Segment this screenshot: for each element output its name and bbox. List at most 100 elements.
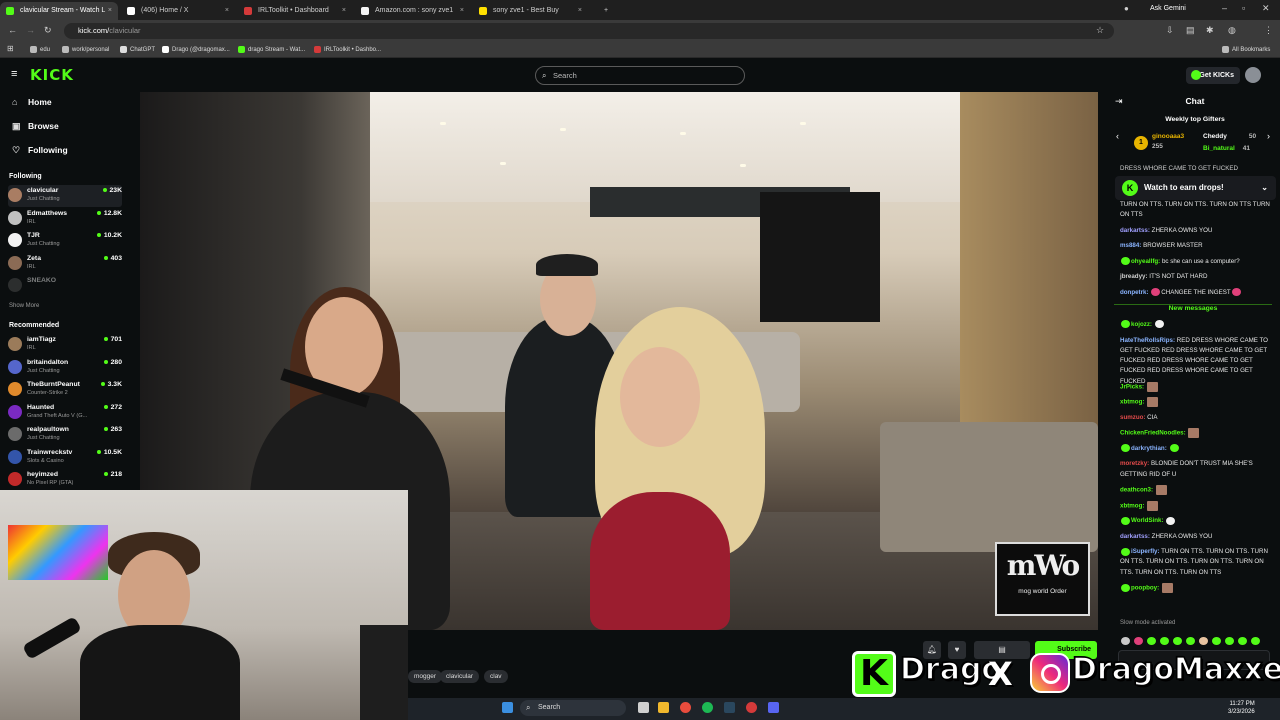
maximize-icon[interactable]: ▫ (1242, 3, 1245, 13)
chat-username[interactable]: iSuperfly: (1131, 548, 1160, 555)
kick-logo[interactable]: KICK (30, 66, 74, 84)
task-view-icon[interactable] (638, 702, 649, 713)
chat-username[interactable]: darkartss: (1120, 533, 1150, 540)
discord-icon[interactable] (768, 702, 779, 713)
tab-close-icon[interactable]: × (108, 2, 112, 20)
channel-item[interactable]: Trainwreckstv Slots & Casino 10.5K (8, 447, 122, 469)
system-clock[interactable]: 11:27 PM 3/23/2026 (1228, 700, 1255, 716)
ask-gemini-button[interactable]: Ask Gemini (1150, 5, 1186, 12)
channel-item[interactable]: TJR Just Chatting 10.2K (8, 230, 122, 252)
profile-avatar-icon[interactable]: ◍ (1228, 25, 1236, 36)
chat-username[interactable]: JrPicks: (1120, 384, 1144, 391)
windows-start-icon[interactable] (502, 702, 513, 713)
apps-grid-icon[interactable]: ⊞ (7, 44, 14, 53)
tab-close-icon[interactable]: × (342, 2, 346, 20)
extensions-icon[interactable]: ✱ (1206, 25, 1214, 36)
browser-tab[interactable]: Amazon.com : sony zve1 × (355, 2, 470, 20)
bookmark-item[interactable]: ChatGPT (120, 42, 155, 58)
channel-item[interactable]: Haunted Grand Theft Auto V (G... 272 (8, 402, 122, 424)
steam-icon[interactable] (724, 702, 735, 713)
chat-username[interactable]: WorldSink: (1131, 517, 1164, 524)
bookmark-item[interactable]: work/personal (62, 42, 109, 58)
spotify-icon[interactable] (702, 702, 713, 713)
quick-emote-icon[interactable] (1134, 636, 1143, 645)
channel-item[interactable]: realpaultown Just Chatting 263 (8, 424, 122, 446)
minimize-icon[interactable]: – (1222, 3, 1227, 13)
chat-username[interactable]: darkrythian: (1131, 445, 1167, 452)
tab-close-icon[interactable]: × (225, 2, 229, 20)
get-kicks-button[interactable]: Get KICKs (1186, 67, 1240, 84)
quick-emote-icon[interactable] (1121, 636, 1130, 645)
bookmark-item[interactable]: edu (30, 42, 50, 58)
channel-item[interactable]: clavicular Just Chatting 23K (8, 185, 122, 207)
gifters-prev-icon[interactable]: ‹ (1116, 131, 1119, 141)
user-avatar[interactable] (1245, 67, 1261, 83)
channel-item[interactable]: britaindalton Just Chatting 280 (8, 357, 122, 379)
chat-username[interactable]: donpetrk: (1120, 289, 1149, 296)
chat-username[interactable]: moretzky: (1120, 460, 1149, 467)
bookmark-star-icon[interactable]: ☆ (1096, 25, 1104, 36)
profile-icon[interactable]: ● (1124, 4, 1129, 13)
chat-username[interactable]: xbtmog: (1120, 399, 1144, 406)
browser-tab[interactable]: (406) Home / X × (121, 2, 235, 20)
tab-close-icon[interactable]: × (578, 2, 582, 20)
quick-emote-icon[interactable] (1160, 636, 1169, 645)
channel-item[interactable]: Zeta IRL 403 (8, 253, 122, 275)
chat-username[interactable]: HateTheRollsRips: (1120, 337, 1175, 344)
quick-emote-icon[interactable] (1238, 636, 1247, 645)
chat-username[interactable]: darkartss: (1120, 227, 1150, 234)
file-explorer-icon[interactable] (658, 702, 669, 713)
earn-drops-banner[interactable]: K Watch to earn drops! ⌄ (1115, 176, 1276, 200)
new-tab-button[interactable]: + (598, 2, 618, 20)
all-bookmarks-button[interactable]: All Bookmarks (1222, 42, 1270, 58)
obs-icon[interactable] (746, 702, 757, 713)
browser-tab[interactable]: IRLToolkit • Dashboard × (238, 2, 352, 20)
reading-list-icon[interactable]: ▤ (1186, 25, 1195, 36)
search-input[interactable]: ⌕ Search (535, 66, 745, 85)
gifter-entry[interactable]: Bi_natural 41 (1203, 145, 1250, 152)
gifter-entry[interactable]: Cheddy 50 (1203, 133, 1256, 140)
reload-icon[interactable]: ↻ (44, 25, 52, 36)
download-icon[interactable]: ⇩ (1166, 25, 1174, 36)
chat-username[interactable]: kojozz: (1131, 321, 1152, 328)
browser-tab[interactable]: clavicular Stream - Watch L × (0, 2, 118, 20)
bookmark-item[interactable]: IRLToolkit • Dashbo... (314, 42, 381, 58)
nav-browse[interactable]: ▣ Browse (12, 121, 59, 132)
menu-kebab-icon[interactable]: ⋮ (1264, 25, 1273, 36)
nav-following[interactable]: ♡ Following (12, 145, 68, 156)
category-tag[interactable]: mogger (408, 670, 443, 683)
bookmark-item[interactable]: Drago (@dragomax... (162, 42, 230, 58)
url-field[interactable]: kick.com/clavicular (64, 23, 1114, 39)
gifter-entry[interactable]: ginooaaa3 255 (1152, 133, 1184, 150)
hamburger-menu-icon[interactable]: ≡ (11, 68, 17, 80)
gifters-next-icon[interactable]: › (1267, 131, 1270, 141)
chrome-icon[interactable] (680, 702, 691, 713)
channel-item[interactable]: TheBurntPeanut Counter-Strike 2 3.3K (8, 379, 122, 401)
bookmark-item[interactable]: drago Stream - Wat... (238, 42, 305, 58)
chat-username[interactable]: sumzuo: (1120, 414, 1145, 421)
nav-home[interactable]: ⌂ Home (12, 97, 52, 107)
channel-item[interactable]: heyimzed No Pixel RP (GTA) 218 (8, 469, 122, 491)
close-window-icon[interactable]: ✕ (1262, 3, 1270, 14)
browser-tab[interactable]: sony zve1 - Best Buy × (473, 2, 588, 20)
chat-username[interactable]: ChickenFriedNoodles: (1120, 430, 1186, 437)
chat-username[interactable]: jbreadyy: (1120, 273, 1148, 280)
tab-close-icon[interactable]: × (460, 2, 464, 20)
quick-emote-icon[interactable] (1147, 636, 1156, 645)
quick-emote-icon[interactable] (1173, 636, 1182, 645)
quick-emote-icon[interactable] (1251, 636, 1260, 645)
taskbar-search[interactable]: ⌕ Search (520, 700, 626, 716)
channel-item[interactable]: Edmatthews IRL 12.8K (8, 208, 122, 230)
chat-username[interactable]: deathcon3: (1120, 487, 1153, 494)
back-icon[interactable]: ← (8, 25, 17, 35)
chat-username[interactable]: ms884: (1120, 242, 1141, 249)
new-messages-divider[interactable]: New messages (1114, 304, 1272, 312)
channel-item[interactable]: SNEAKO (8, 275, 122, 297)
quick-emote-icon[interactable] (1199, 636, 1208, 645)
category-tag[interactable]: clavicular (440, 670, 480, 683)
chat-username[interactable]: xbtmog: (1120, 502, 1144, 509)
chat-username[interactable]: ohyeallfg: (1131, 258, 1160, 265)
channel-item[interactable]: iamTiagz IRL 701 (8, 334, 122, 356)
chat-username[interactable]: poopboy: (1131, 585, 1159, 592)
quick-emote-icon[interactable] (1212, 636, 1221, 645)
